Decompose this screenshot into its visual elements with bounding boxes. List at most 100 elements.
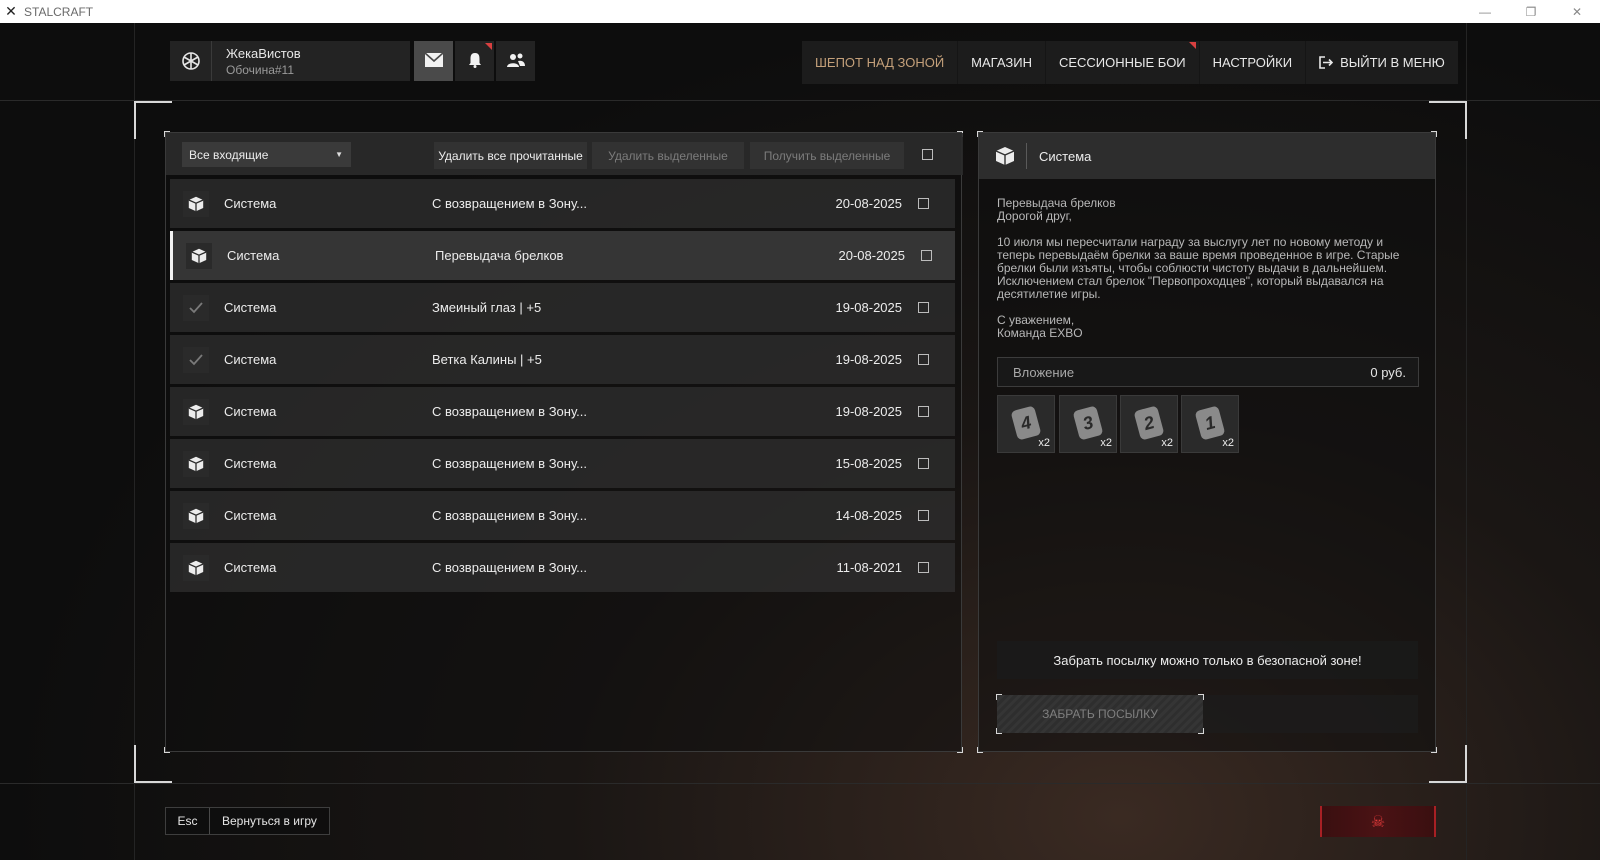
- box-icon: [183, 503, 209, 529]
- mail-sender: Система: [224, 560, 277, 575]
- nav-exit-label: ВЫЙТИ В МЕНЮ: [1340, 55, 1445, 70]
- mail-subject: С возвращением в Зону...: [432, 560, 587, 575]
- mail-sender: Система: [224, 456, 277, 471]
- mail-row[interactable]: Система Змеиный глаз | +5 19-08-2025: [170, 283, 955, 332]
- frame-line-left: [134, 23, 135, 860]
- keychain-icon: 3: [1072, 405, 1104, 441]
- bell-icon: [467, 52, 483, 71]
- mail-date: 15-08-2025: [835, 456, 903, 471]
- nav-exit-to-menu[interactable]: ВЫЙТИ В МЕНЮ: [1306, 41, 1458, 84]
- notification-flag: [1188, 42, 1196, 49]
- delete-selected-button[interactable]: Удалить выделенные: [592, 142, 744, 169]
- take-parcel-button[interactable]: ЗАБРАТЬ ПОСЫЛКУ: [997, 695, 1203, 733]
- nav-whisper-over-zone[interactable]: ШЕПОТ НАД ЗОНОЙ: [802, 41, 959, 84]
- mail-subject: С возвращением в Зону...: [432, 196, 587, 211]
- item-quantity: x2: [1222, 437, 1234, 449]
- message-panel: Система Перевыдача брелков Дорогой друг,…: [977, 131, 1437, 753]
- mail-row[interactable]: Система Перевыдача брелков 20-08-2025: [170, 231, 955, 280]
- delete-read-button[interactable]: Удалить все прочитанные: [434, 142, 587, 169]
- safe-zone-warning: Забрать посылку можно только в безопасно…: [997, 641, 1418, 679]
- minimize-button[interactable]: —: [1462, 0, 1508, 23]
- box-icon: [989, 143, 1027, 169]
- mail-row[interactable]: Система С возвращением в Зону... 11-08-202…: [170, 543, 955, 592]
- button-bracket: [996, 728, 1002, 734]
- dropdown-caret-icon: ▼: [335, 150, 343, 159]
- mail-row[interactable]: Система С возвращением в Зону... 20-08-202…: [170, 179, 955, 228]
- mail-sender: Система: [224, 300, 277, 315]
- inbox-filter-dropdown[interactable]: Все входящие ▼: [182, 142, 351, 167]
- top-navigation: ШЕПОТ НАД ЗОНОЙ МАГАЗИН СЕССИОННЫЕ БОИ Н…: [802, 41, 1458, 84]
- mail-date: 19-08-2025: [835, 404, 903, 419]
- mail-date: 20-08-2025: [838, 248, 906, 263]
- mail-select-checkbox[interactable]: [921, 250, 932, 261]
- box-icon: [183, 451, 209, 477]
- panel-bracket: [1431, 747, 1437, 753]
- player-tag: Обочина#11: [226, 62, 295, 77]
- check-icon: [183, 295, 209, 321]
- return-to-game-button[interactable]: Esc Вернуться в игру: [165, 807, 330, 835]
- close-window-button[interactable]: ✕: [1554, 0, 1600, 23]
- message-paragraph: Перевыдача брелков Дорогой друг,: [997, 196, 1116, 223]
- restore-button[interactable]: ❐: [1508, 0, 1554, 23]
- quit-game-button[interactable]: ☠: [1320, 806, 1436, 837]
- mail-subject: Змеиный глаз | +5: [432, 300, 542, 315]
- inbox-toolbar: Все входящие ▼ Удалить все прочитанные У…: [166, 133, 963, 175]
- take-parcel-area: ЗАБРАТЬ ПОСЫЛКУ: [996, 694, 1418, 734]
- check-icon: [183, 347, 209, 373]
- box-icon: [183, 555, 209, 581]
- box-icon: [183, 191, 209, 217]
- mail-sender: Система: [224, 404, 277, 419]
- skull-icon: ☠: [1370, 813, 1386, 831]
- notification-flag: [485, 43, 492, 50]
- box-icon: [183, 399, 209, 425]
- mail-row[interactable]: Система С возвращением в Зону... 14-08-202…: [170, 491, 955, 540]
- window-controls: — ❐ ✕: [1462, 0, 1600, 23]
- attachment-value: 0 руб.: [1370, 364, 1406, 380]
- mail-select-checkbox[interactable]: [918, 302, 929, 313]
- mail-sender: Система: [224, 508, 277, 523]
- panel-bracket: [977, 747, 983, 753]
- mail-row[interactable]: Система С возвращением в Зону... 15-08-202…: [170, 439, 955, 488]
- nav-shop[interactable]: МАГАЗИН: [958, 41, 1046, 84]
- mail-row[interactable]: Система Ветка Калины | +5 19-08-2025: [170, 335, 955, 384]
- app-logo-icon: ✕: [5, 3, 17, 19]
- keychain-icon: 2: [1133, 405, 1165, 441]
- notifications-button[interactable]: [455, 41, 494, 81]
- attachment-item[interactable]: 3 x2: [1059, 395, 1117, 453]
- nav-session-battles[interactable]: СЕССИОННЫЕ БОИ: [1046, 41, 1200, 84]
- attachment-item[interactable]: 1 x2: [1181, 395, 1239, 453]
- player-profile[interactable]: ЖекаВистов Обочина#11: [170, 41, 410, 81]
- receive-selected-button[interactable]: Получить выделенные: [750, 142, 904, 169]
- inbox-filter-value: Все входящие: [189, 147, 269, 162]
- mail-date: 14-08-2025: [835, 508, 903, 523]
- mail-select-checkbox[interactable]: [918, 198, 929, 209]
- mail-subject: Перевыдача брелков: [435, 248, 564, 263]
- mail-select-checkbox[interactable]: [918, 562, 929, 573]
- item-quantity: x2: [1100, 437, 1112, 449]
- mail-button[interactable]: [414, 41, 453, 81]
- mail-select-checkbox[interactable]: [918, 458, 929, 469]
- message-paragraph: С уважением, Команда EXBO: [997, 313, 1083, 340]
- attachment-item[interactable]: 4 x2: [997, 395, 1055, 453]
- mail-date: 19-08-2025: [835, 300, 903, 315]
- mail-date: 19-08-2025: [835, 352, 903, 367]
- mail-row[interactable]: Система С возвращением в Зону... 19-08-202…: [170, 387, 955, 436]
- message-body: Перевыдача брелков Дорогой друг, 10 июля…: [997, 197, 1417, 353]
- mail-icon: [423, 51, 444, 71]
- mail-sender: Система: [224, 352, 277, 367]
- box-icon: [186, 243, 212, 269]
- message-header: Система: [979, 133, 1435, 179]
- mail-select-checkbox[interactable]: [918, 354, 929, 365]
- attachment-item[interactable]: 2 x2: [1120, 395, 1178, 453]
- item-quantity: x2: [1038, 437, 1050, 449]
- keychain-icon: 1: [1194, 405, 1226, 441]
- mail-select-checkbox[interactable]: [918, 406, 929, 417]
- friends-button[interactable]: [496, 41, 535, 81]
- mail-subject: С возвращением в Зону...: [432, 404, 587, 419]
- select-all-checkbox[interactable]: [922, 149, 933, 160]
- button-bracket: [996, 694, 1002, 700]
- mail-sender: Система: [227, 248, 280, 263]
- clan-emblem-icon: [170, 41, 212, 81]
- mail-select-checkbox[interactable]: [918, 510, 929, 521]
- nav-settings[interactable]: НАСТРОЙКИ: [1200, 41, 1307, 84]
